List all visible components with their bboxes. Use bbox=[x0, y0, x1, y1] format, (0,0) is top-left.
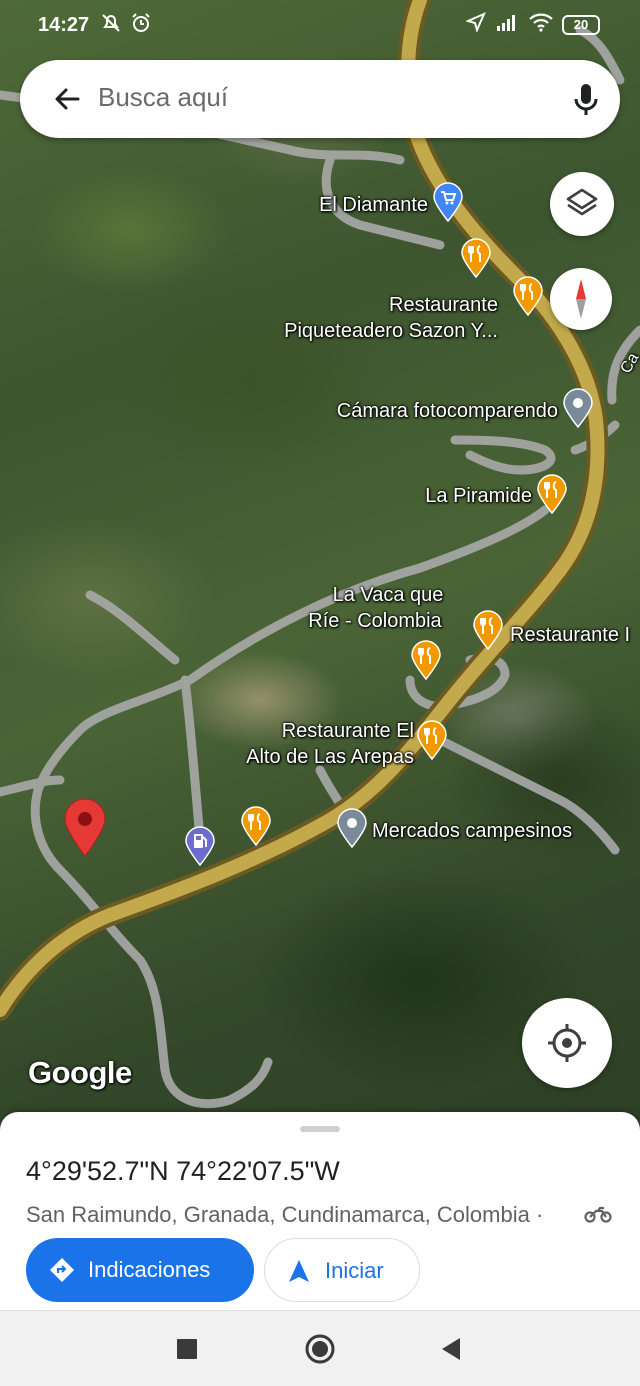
back-arrow-icon[interactable] bbox=[46, 78, 88, 120]
shop-pin-icon[interactable] bbox=[432, 182, 464, 222]
place-label-arepas-line2[interactable]: Alto de Las Arepas bbox=[218, 744, 414, 770]
location-arrow-icon bbox=[465, 12, 486, 38]
wifi-icon bbox=[528, 12, 554, 38]
start-button[interactable]: Iniciar bbox=[264, 1238, 420, 1302]
place-label-sazon-line1[interactable]: Restaurante bbox=[360, 292, 498, 318]
place-label-la-piramide[interactable]: La Piramide bbox=[406, 483, 532, 509]
navigation-icon bbox=[289, 1260, 309, 1282]
directions-label: Indicaciones bbox=[88, 1257, 211, 1282]
layers-button[interactable] bbox=[550, 172, 614, 236]
back-nav-icon[interactable] bbox=[440, 1337, 462, 1366]
restaurant-pin-icon[interactable] bbox=[240, 806, 272, 846]
sheet-drag-handle[interactable] bbox=[300, 1126, 340, 1132]
place-label-mercados[interactable]: Mercados campesinos bbox=[372, 818, 572, 844]
my-location-button[interactable] bbox=[522, 998, 612, 1088]
search-bar[interactable]: Busca aquí bbox=[20, 60, 620, 138]
mute-icon bbox=[100, 12, 122, 40]
status-time: 14:27 bbox=[38, 14, 90, 36]
camera-pin-icon[interactable] bbox=[562, 388, 594, 428]
compass-button[interactable] bbox=[550, 268, 612, 330]
place-coordinates: 4°29'52.7"N 74°22'07.5"W bbox=[26, 1156, 340, 1186]
restaurant-pin-icon[interactable] bbox=[416, 720, 448, 760]
directions-button[interactable]: Indicaciones bbox=[26, 1238, 254, 1302]
place-label-arepas-line1[interactable]: Restaurante El bbox=[262, 718, 414, 744]
place-sheet[interactable]: 4°29'52.7"N 74°22'07.5"W San Raimundo, G… bbox=[0, 1112, 640, 1310]
gas-station-pin-icon[interactable] bbox=[184, 826, 216, 866]
signal-icon bbox=[496, 12, 520, 38]
restaurant-pin-icon[interactable] bbox=[472, 610, 504, 650]
layers-icon bbox=[566, 188, 598, 216]
search-input[interactable]: Busca aquí bbox=[98, 82, 228, 113]
home-icon[interactable] bbox=[304, 1333, 336, 1370]
place-label-sazon-line2[interactable]: Piqueteadero Sazon Y... bbox=[258, 318, 498, 344]
place-label-la-vaca-line1[interactable]: La Vaca que bbox=[300, 582, 476, 608]
start-label: Iniciar bbox=[325, 1258, 384, 1283]
place-address: San Raimundo, Granada, Cundinamarca, Col… bbox=[26, 1202, 544, 1227]
place-label-el-diamante[interactable]: El Diamante bbox=[300, 192, 428, 218]
motorcycle-icon bbox=[584, 1204, 612, 1229]
dropped-pin-icon[interactable] bbox=[62, 798, 108, 858]
restaurant-pin-icon[interactable] bbox=[536, 474, 568, 514]
place-label-camara[interactable]: Cámara fotocomparendo bbox=[300, 398, 558, 424]
my-location-icon bbox=[548, 1024, 586, 1062]
alarm-icon bbox=[130, 12, 152, 40]
directions-icon bbox=[50, 1258, 74, 1282]
system-nav-bar bbox=[0, 1310, 640, 1386]
restaurant-pin-icon[interactable] bbox=[460, 238, 492, 278]
market-pin-icon[interactable] bbox=[336, 808, 368, 848]
mic-icon[interactable] bbox=[566, 78, 606, 120]
place-label-restaurante-edge[interactable]: Restaurante I bbox=[510, 622, 630, 648]
restaurant-pin-icon[interactable] bbox=[512, 276, 544, 316]
road-network bbox=[0, 0, 640, 1109]
map-view[interactable]: El Diamante Restaurante Piqueteadero Saz… bbox=[0, 0, 640, 1130]
status-bar: 14:27 20 bbox=[0, 0, 640, 52]
restaurant-pin-icon[interactable] bbox=[410, 640, 442, 680]
compass-icon bbox=[576, 279, 586, 319]
recents-icon[interactable] bbox=[176, 1338, 198, 1365]
battery-indicator: 20 bbox=[562, 15, 600, 35]
place-label-la-vaca-line2[interactable]: Ríe - Colombia bbox=[300, 608, 450, 634]
google-logo: Google bbox=[28, 1055, 132, 1090]
